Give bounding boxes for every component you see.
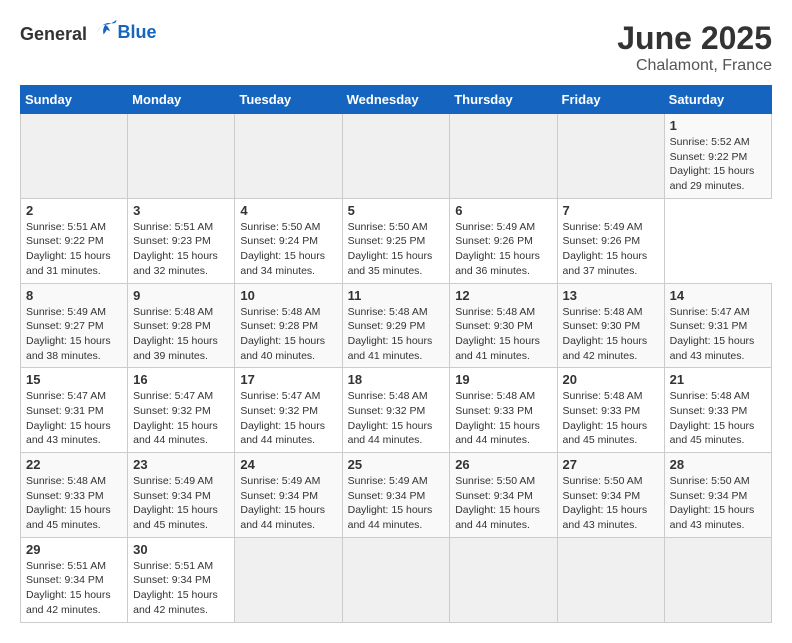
calendar-cell-day-23: 23Sunrise: 5:49 AMSunset: 9:34 PMDayligh… xyxy=(128,453,235,538)
calendar-cell-day-1: 1Sunrise: 5:52 AMSunset: 9:22 PMDaylight… xyxy=(664,114,771,199)
calendar-cell-empty xyxy=(235,537,342,622)
calendar-cell-day-4: 4Sunrise: 5:50 AMSunset: 9:24 PMDaylight… xyxy=(235,198,342,283)
calendar-cell-day-3: 3Sunrise: 5:51 AMSunset: 9:23 PMDaylight… xyxy=(128,198,235,283)
calendar-cell-empty xyxy=(21,114,128,199)
calendar-cell-day-21: 21Sunrise: 5:48 AMSunset: 9:33 PMDayligh… xyxy=(664,368,771,453)
page-header: General Blue June 2025 Chalamont, France xyxy=(20,20,772,75)
logo-blue: Blue xyxy=(118,22,157,42)
calendar-cell-day-13: 13Sunrise: 5:48 AMSunset: 9:30 PMDayligh… xyxy=(557,283,664,368)
calendar-cell-day-26: 26Sunrise: 5:50 AMSunset: 9:34 PMDayligh… xyxy=(450,453,557,538)
calendar-cell-day-20: 20Sunrise: 5:48 AMSunset: 9:33 PMDayligh… xyxy=(557,368,664,453)
calendar-weekday-saturday: Saturday xyxy=(664,86,771,114)
calendar-week-row: 2Sunrise: 5:51 AMSunset: 9:22 PMDaylight… xyxy=(21,198,772,283)
calendar-weekday-sunday: Sunday xyxy=(21,86,128,114)
calendar-cell-day-7: 7Sunrise: 5:49 AMSunset: 9:26 PMDaylight… xyxy=(557,198,664,283)
calendar-cell-day-2: 2Sunrise: 5:51 AMSunset: 9:22 PMDaylight… xyxy=(21,198,128,283)
calendar-cell-day-14: 14Sunrise: 5:47 AMSunset: 9:31 PMDayligh… xyxy=(664,283,771,368)
calendar-cell-empty xyxy=(342,537,450,622)
calendar-cell-day-17: 17Sunrise: 5:47 AMSunset: 9:32 PMDayligh… xyxy=(235,368,342,453)
title-block: June 2025 Chalamont, France xyxy=(617,20,772,75)
calendar-cell-day-12: 12Sunrise: 5:48 AMSunset: 9:30 PMDayligh… xyxy=(450,283,557,368)
calendar-cell-empty xyxy=(342,114,450,199)
calendar-cell-day-6: 6Sunrise: 5:49 AMSunset: 9:26 PMDaylight… xyxy=(450,198,557,283)
calendar-weekday-thursday: Thursday xyxy=(450,86,557,114)
calendar-cell-day-11: 11Sunrise: 5:48 AMSunset: 9:29 PMDayligh… xyxy=(342,283,450,368)
calendar-weekday-friday: Friday xyxy=(557,86,664,114)
calendar-week-row: 1Sunrise: 5:52 AMSunset: 9:22 PMDaylight… xyxy=(21,114,772,199)
calendar-weekday-monday: Monday xyxy=(128,86,235,114)
calendar-week-row: 29Sunrise: 5:51 AMSunset: 9:34 PMDayligh… xyxy=(21,537,772,622)
calendar-subtitle: Chalamont, France xyxy=(617,57,772,75)
calendar-cell-empty xyxy=(450,114,557,199)
logo: General Blue xyxy=(20,20,157,45)
calendar-cell-empty xyxy=(235,114,342,199)
calendar-header-row: SundayMondayTuesdayWednesdayThursdayFrid… xyxy=(21,86,772,114)
calendar-cell-day-9: 9Sunrise: 5:48 AMSunset: 9:28 PMDaylight… xyxy=(128,283,235,368)
calendar-cell-day-22: 22Sunrise: 5:48 AMSunset: 9:33 PMDayligh… xyxy=(21,453,128,538)
calendar-cell-day-10: 10Sunrise: 5:48 AMSunset: 9:28 PMDayligh… xyxy=(235,283,342,368)
logo-general: General xyxy=(20,24,87,44)
calendar-table: SundayMondayTuesdayWednesdayThursdayFrid… xyxy=(20,85,772,623)
calendar-cell-day-25: 25Sunrise: 5:49 AMSunset: 9:34 PMDayligh… xyxy=(342,453,450,538)
calendar-cell-day-5: 5Sunrise: 5:50 AMSunset: 9:25 PMDaylight… xyxy=(342,198,450,283)
calendar-cell-day-19: 19Sunrise: 5:48 AMSunset: 9:33 PMDayligh… xyxy=(450,368,557,453)
calendar-week-row: 22Sunrise: 5:48 AMSunset: 9:33 PMDayligh… xyxy=(21,453,772,538)
calendar-cell-day-8: 8Sunrise: 5:49 AMSunset: 9:27 PMDaylight… xyxy=(21,283,128,368)
calendar-cell-empty xyxy=(128,114,235,199)
calendar-cell-day-18: 18Sunrise: 5:48 AMSunset: 9:32 PMDayligh… xyxy=(342,368,450,453)
calendar-cell-empty xyxy=(557,537,664,622)
calendar-cell-day-27: 27Sunrise: 5:50 AMSunset: 9:34 PMDayligh… xyxy=(557,453,664,538)
calendar-weekday-wednesday: Wednesday xyxy=(342,86,450,114)
calendar-title: June 2025 xyxy=(617,20,772,57)
calendar-week-row: 8Sunrise: 5:49 AMSunset: 9:27 PMDaylight… xyxy=(21,283,772,368)
calendar-cell-day-28: 28Sunrise: 5:50 AMSunset: 9:34 PMDayligh… xyxy=(664,453,771,538)
calendar-cell-empty xyxy=(557,114,664,199)
calendar-cell-empty xyxy=(664,537,771,622)
calendar-cell-day-29: 29Sunrise: 5:51 AMSunset: 9:34 PMDayligh… xyxy=(21,537,128,622)
calendar-cell-day-15: 15Sunrise: 5:47 AMSunset: 9:31 PMDayligh… xyxy=(21,368,128,453)
calendar-cell-day-30: 30Sunrise: 5:51 AMSunset: 9:34 PMDayligh… xyxy=(128,537,235,622)
logo-bird-icon xyxy=(94,16,118,40)
calendar-cell-day-24: 24Sunrise: 5:49 AMSunset: 9:34 PMDayligh… xyxy=(235,453,342,538)
calendar-cell-day-16: 16Sunrise: 5:47 AMSunset: 9:32 PMDayligh… xyxy=(128,368,235,453)
calendar-body: 1Sunrise: 5:52 AMSunset: 9:22 PMDaylight… xyxy=(21,114,772,623)
calendar-week-row: 15Sunrise: 5:47 AMSunset: 9:31 PMDayligh… xyxy=(21,368,772,453)
calendar-weekday-tuesday: Tuesday xyxy=(235,86,342,114)
calendar-cell-empty xyxy=(450,537,557,622)
